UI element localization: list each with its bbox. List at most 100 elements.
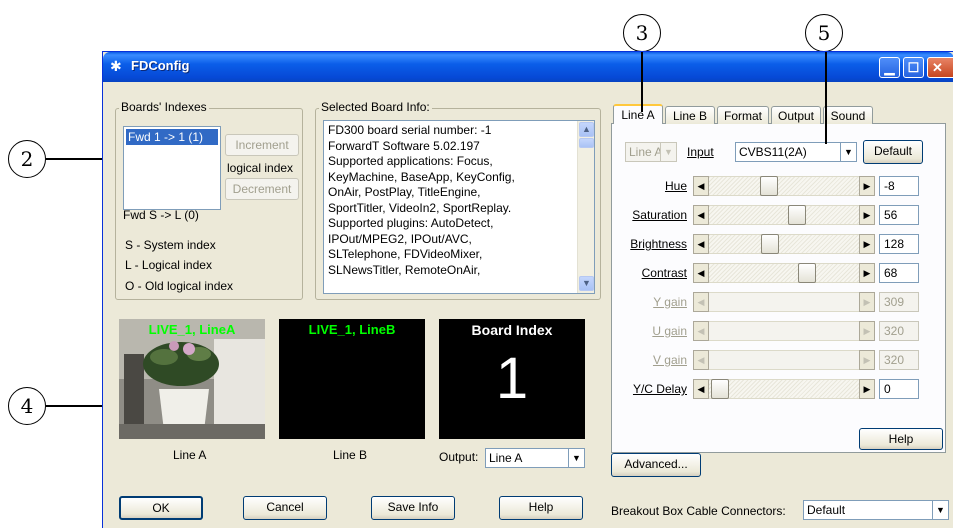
board-info-line: ForwardT Software 5.02.197	[328, 138, 480, 153]
slider-thumb[interactable]	[759, 176, 778, 196]
breakout-label: Breakout Box Cable Connectors:	[611, 504, 786, 518]
ok-button[interactable]: OK	[119, 496, 203, 520]
slider-right-arrow-icon[interactable]: ▶	[859, 205, 875, 225]
slider-left-arrow-icon[interactable]: ◀	[693, 176, 709, 196]
default-button[interactable]: Default	[863, 140, 923, 164]
scroll-down-icon[interactable]: ▼	[579, 276, 594, 291]
slider-right-arrow-icon[interactable]: ▶	[859, 234, 875, 254]
tab-sound[interactable]: Sound	[823, 106, 873, 124]
board-info-line: KeyMachine, BaseApp, KeyConfig,	[328, 169, 515, 184]
line-select-arrow-icon[interactable]: ▼	[660, 143, 676, 161]
slider-right-arrow-icon[interactable]: ▶	[859, 379, 875, 399]
slider-thumb[interactable]	[760, 234, 779, 254]
slider-value[interactable]: 0	[879, 379, 919, 399]
slider-right-arrow-icon[interactable]: ▶	[859, 292, 875, 312]
breakout-select-value: Default	[807, 503, 846, 517]
slider-left-arrow-icon[interactable]: ◀	[693, 350, 709, 370]
window-title: FDConfig	[131, 58, 190, 73]
board-index-value: 1	[495, 346, 529, 411]
panel-help-button[interactable]: Help	[859, 428, 943, 450]
close-icon: ✕	[932, 60, 943, 75]
info-scrollbar[interactable]: ▲ ▼	[577, 121, 594, 293]
help-button[interactable]: Help	[499, 496, 583, 520]
board-info-line: SportTitler, VideoIn2, SportReplay.	[328, 200, 512, 215]
slider-track[interactable]	[709, 176, 859, 196]
slider-label: Contrast	[641, 266, 687, 280]
slider-track[interactable]	[709, 292, 859, 312]
slider-value[interactable]: 309	[879, 292, 919, 312]
input-chevron-down-icon[interactable]: ▼	[840, 143, 856, 161]
legend-system: S - System index	[125, 238, 216, 252]
slider-thumb[interactable]	[711, 379, 729, 399]
minimize-button[interactable]: ▁	[879, 57, 900, 78]
slider-value[interactable]: 128	[879, 234, 919, 254]
slider-track[interactable]	[709, 379, 859, 399]
input-select-value: CVBS11(2A)	[739, 145, 807, 159]
line-select-value: Line A	[629, 145, 663, 159]
advanced-button[interactable]: Advanced...	[611, 453, 701, 477]
app-icon: ✱	[110, 58, 122, 74]
slider-label: U gain	[652, 324, 687, 338]
increment-button[interactable]: Increment	[225, 134, 299, 156]
maximize-icon: ☐	[907, 60, 920, 75]
output-select[interactable]: Line A ▼	[485, 448, 585, 468]
slider-thumb[interactable]	[787, 205, 806, 225]
slider-track[interactable]	[709, 263, 859, 283]
callout-5: 5	[805, 14, 843, 52]
slider-value[interactable]: 68	[879, 263, 919, 283]
slider-track[interactable]	[709, 234, 859, 254]
slider-left-arrow-icon[interactable]: ◀	[693, 205, 709, 225]
tab-line-b[interactable]: Line B	[665, 106, 715, 124]
slider-right-arrow-icon[interactable]: ▶	[859, 321, 875, 341]
callout-4: 4	[8, 387, 46, 425]
slider-value[interactable]: 56	[879, 205, 919, 225]
slider-value[interactable]: -8	[879, 176, 919, 196]
input-select[interactable]: CVBS11(2A) ▼	[735, 142, 857, 162]
breakout-chevron-down-icon[interactable]: ▼	[932, 501, 948, 519]
slider-label: Brightness	[630, 237, 687, 251]
slider-left-arrow-icon[interactable]: ◀	[693, 292, 709, 312]
scroll-up-icon[interactable]: ▲	[579, 122, 594, 137]
breakout-select[interactable]: Default ▼	[803, 500, 949, 520]
board-index-preview: Board Index 1	[439, 319, 585, 439]
slider-track[interactable]	[709, 350, 859, 370]
slider-left-arrow-icon[interactable]: ◀	[693, 234, 709, 254]
board-info-line: IPOut/MPEG2, IPOut/AVC,	[328, 231, 472, 246]
slider-left-arrow-icon[interactable]: ◀	[693, 263, 709, 283]
decrement-button[interactable]: Decrement	[225, 178, 299, 200]
line-b-caption: Line B	[333, 448, 368, 462]
callout-2: 2	[8, 140, 46, 178]
tab-line-a[interactable]: Line A	[613, 104, 663, 124]
scroll-thumb[interactable]	[579, 138, 594, 148]
board-info-line: OnAir, PostPlay, TitleEngine,	[328, 185, 481, 199]
callout-5-line	[825, 52, 827, 144]
list-item[interactable]: Fwd 1 -> 1 (1)	[126, 129, 218, 145]
slider-value[interactable]: 320	[879, 321, 919, 341]
slider-track[interactable]	[709, 205, 859, 225]
slider-row: Contrast ◀ ▶ 68	[613, 263, 943, 287]
slider-left-arrow-icon[interactable]: ◀	[693, 321, 709, 341]
tab-output[interactable]: Output	[771, 106, 821, 124]
slider-thumb[interactable]	[798, 263, 817, 283]
slider-right-arrow-icon[interactable]: ▶	[859, 263, 875, 283]
cancel-button[interactable]: Cancel	[243, 496, 327, 520]
slider-left-arrow-icon[interactable]: ◀	[693, 379, 709, 399]
line-select[interactable]: Line A ▼	[625, 142, 677, 162]
chevron-down-icon[interactable]: ▼	[568, 449, 584, 467]
slider-right-arrow-icon[interactable]: ▶	[859, 176, 875, 196]
save-info-button[interactable]: Save Info	[371, 496, 455, 520]
slider-right-arrow-icon[interactable]: ▶	[859, 350, 875, 370]
boards-list[interactable]: Fwd 1 -> 1 (1)	[123, 126, 221, 210]
slider-label: Y/C Delay	[632, 382, 687, 396]
line-a-preview-title: LIVE_1, LineA	[148, 322, 236, 337]
board-info-text[interactable]: FD300 board serial number: -1 ForwardT So…	[323, 120, 595, 294]
callout-3-line	[641, 52, 643, 112]
slider-value[interactable]: 320	[879, 350, 919, 370]
maximize-button[interactable]: ☐	[903, 57, 924, 78]
tab-format[interactable]: Format	[717, 106, 769, 124]
close-button[interactable]: ✕	[927, 57, 953, 78]
slider-track[interactable]	[709, 321, 859, 341]
board-index-title: Board Index	[471, 322, 553, 338]
board-info-line: Supported applications: Focus,	[328, 154, 493, 168]
line-b-preview-title: LIVE_1, LineB	[308, 322, 396, 337]
